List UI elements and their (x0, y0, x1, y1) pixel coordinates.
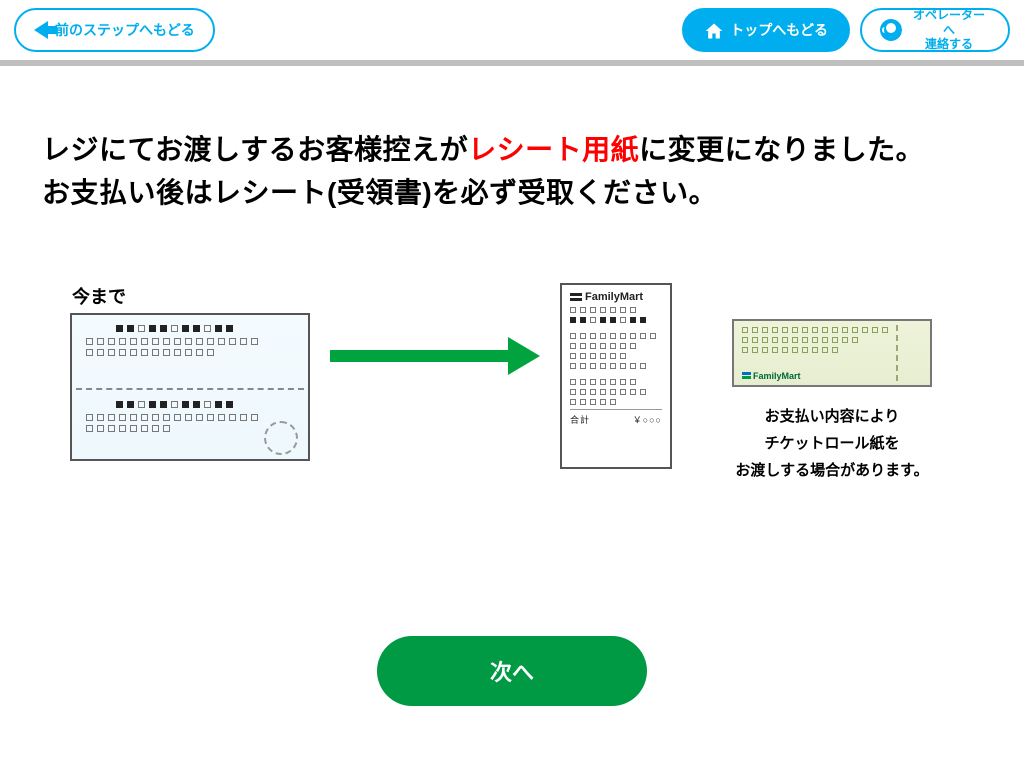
back-button[interactable]: 前のステップへもどる (14, 8, 215, 52)
old-receipt-illustration (70, 313, 310, 461)
top-label: トップへもどる (730, 20, 828, 40)
before-label: 今まで (72, 283, 310, 309)
arrow-right-icon (330, 345, 540, 367)
headline-part2: に変更になりました。 (639, 134, 924, 165)
ticket-roll-illustration: FamilyMart (732, 319, 932, 387)
headline: レジにてお渡しするお客様控えがレシート用紙に変更になりました。 お支払い後はレシ… (42, 128, 982, 215)
next-button[interactable]: 次へ (377, 636, 647, 706)
top-button[interactable]: トップへもどる (682, 8, 850, 52)
home-icon (704, 21, 722, 39)
ticket-familymart-label: FamilyMart (753, 371, 801, 381)
total-value: ￥○○○ (633, 413, 662, 426)
ticket-note-l3: お渡しする場合があります。 (735, 457, 928, 484)
next-label: 次へ (490, 655, 534, 687)
headline-line2: お支払い後はレシート(受領書)を必ず受取ください。 (42, 177, 717, 208)
operator-icon (880, 19, 902, 41)
ticket-note-l1: お支払い内容により (735, 403, 928, 430)
total-label: 合計 (570, 413, 590, 426)
back-label: 前のステップへもどる (55, 20, 195, 40)
ticket-note: お支払い内容により チケットロール紙を お渡しする場合があります。 (735, 403, 928, 484)
headline-highlight: レシート用紙 (468, 134, 639, 165)
operator-button[interactable]: オペレーターへ 連絡する (860, 8, 1010, 52)
new-receipt-illustration: FamilyMart 合計 ￥○○○ (560, 283, 672, 469)
ticket-note-l2: チケットロール紙を (735, 430, 928, 457)
familymart-label: FamilyMart (585, 291, 643, 303)
arrow-left-icon (34, 21, 48, 39)
operator-label: オペレーターへ 連絡する (908, 8, 990, 51)
headline-part1: レジにてお渡しするお客様控えが (42, 134, 468, 165)
